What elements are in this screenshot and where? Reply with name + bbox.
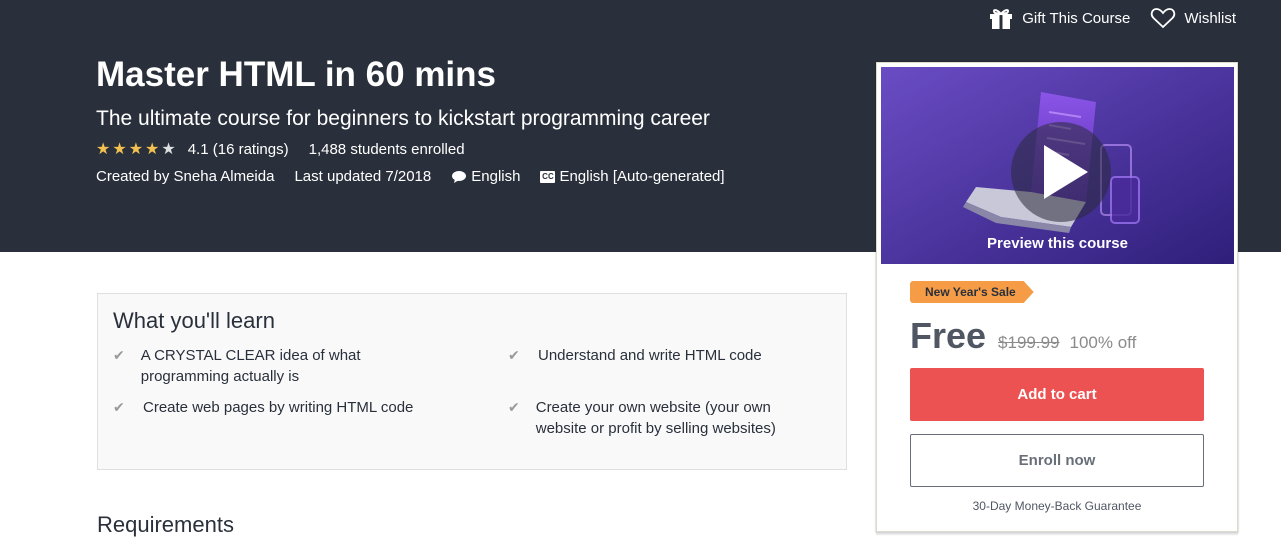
students-enrolled: 1,488 students enrolled [308, 141, 465, 158]
heart-icon [1151, 8, 1176, 29]
course-preview[interactable]: Preview this course [881, 67, 1234, 264]
discount-percent: 100% off [1069, 333, 1137, 352]
captions-label: English [Auto-generated] [559, 168, 725, 185]
what-you-learn-box: What you'll learn ✔ A CRYSTAL CLEAR idea… [97, 293, 847, 470]
learn-item-text: Create web pages by writing HTML code [143, 399, 414, 416]
speech-bubble-icon [452, 170, 467, 183]
star-icon: ★ [112, 140, 127, 158]
language-label: English [471, 168, 521, 185]
original-price: $199.99 [998, 333, 1060, 352]
rating-text[interactable]: 4.1 (16 ratings) [188, 141, 289, 158]
last-updated: Last updated 7/2018 [294, 168, 432, 185]
learn-item-text: Create your own website (your own websit… [535, 399, 776, 437]
star-empty-icon: ★ [161, 140, 176, 158]
gift-icon [990, 9, 1013, 29]
learn-item: ✔ Create your own website (your own webs… [508, 397, 808, 439]
check-icon: ✔ [113, 347, 125, 363]
star-icon: ★ [128, 140, 144, 158]
closed-captions-icon: CC [540, 170, 556, 183]
rating-row: ★ ★ ★ ★ ★ 4.1 (16 ratings) 1,488 student… [96, 141, 465, 158]
star-icon: ★ [96, 140, 111, 158]
requirements-title: Requirements [97, 512, 234, 537]
money-back-guarantee: 30-Day Money-Back Guarantee [972, 499, 1142, 513]
learn-item-text: Understand and write HTML code [538, 347, 762, 364]
sale-badge: New Year's Sale [910, 281, 1034, 303]
price-row: Free $199.99 100% off [910, 315, 1136, 357]
what-you-learn-title: What you'll learn [113, 308, 275, 333]
top-actions: Gift This Course Wishlist [968, 6, 1236, 30]
learn-item: ✔ Understand and write HTML code [508, 345, 838, 366]
wishlist-label: Wishlist [1184, 9, 1236, 27]
captions: CC English [Auto-generated] [540, 168, 725, 185]
course-title: Master HTML in 60 mins [96, 55, 497, 94]
check-icon: ✔ [113, 399, 125, 415]
learn-item-text: A CRYSTAL CLEAR idea of what programming… [140, 347, 361, 385]
purchase-sidebar: Preview this course New Year's Sale Free… [876, 62, 1238, 532]
current-price: Free [910, 315, 987, 356]
learn-item: ✔ Create web pages by writing HTML code [113, 397, 453, 418]
meta-row: Created by Sneha Almeida Last updated 7/… [96, 168, 745, 185]
created-by[interactable]: Created by Sneha Almeida [96, 168, 274, 185]
enroll-now-button[interactable]: Enroll now [910, 434, 1204, 487]
course-subtitle: The ultimate course for beginners to kic… [96, 107, 710, 130]
preview-label: Preview this course [987, 235, 1128, 252]
check-icon: ✔ [508, 347, 520, 363]
check-icon: ✔ [508, 399, 520, 415]
gift-course-label: Gift This Course [1022, 9, 1131, 27]
learn-item: ✔ A CRYSTAL CLEAR idea of what programmi… [113, 345, 363, 387]
star-icon: ★ [145, 140, 160, 158]
language: English [451, 168, 520, 185]
add-to-cart-button[interactable]: Add to cart [910, 368, 1204, 421]
rating-stars: ★ ★ ★ ★ ★ [96, 140, 178, 158]
gift-course-button[interactable]: Gift This Course [988, 6, 1130, 30]
wishlist-button[interactable]: Wishlist [1150, 7, 1236, 29]
